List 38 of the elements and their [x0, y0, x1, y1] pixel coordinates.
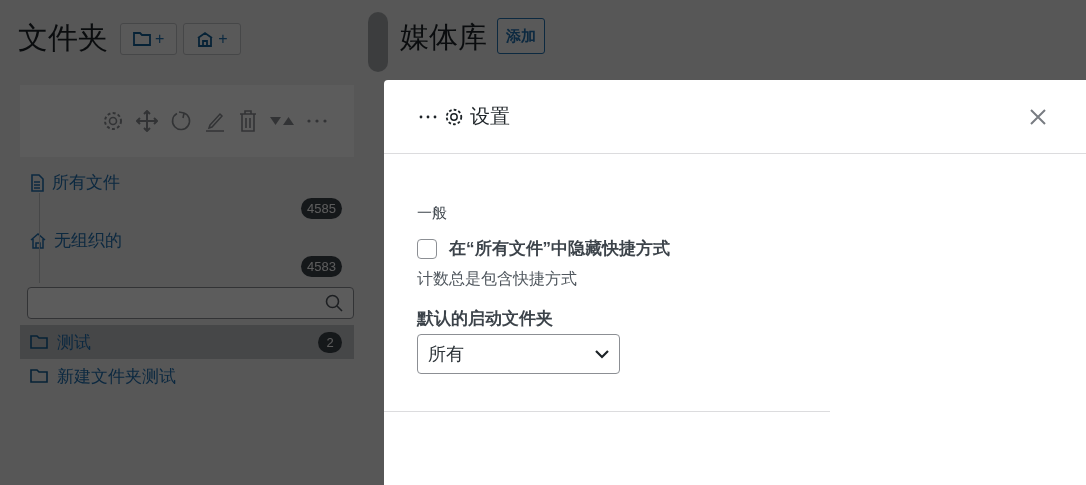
- home-icon: [30, 232, 46, 249]
- folder-select[interactable]: 所有: [417, 334, 620, 374]
- count-badge: 4585: [301, 198, 342, 219]
- new-shortcut-button[interactable]: +: [183, 22, 241, 55]
- page-title: 媒体库: [400, 20, 487, 55]
- folder-house-icon: [196, 30, 215, 47]
- settings-icon: [444, 106, 464, 127]
- settings-icon[interactable]: [102, 110, 124, 132]
- refresh-icon[interactable]: [170, 110, 192, 132]
- document-icon: [30, 173, 44, 192]
- scroll-handle[interactable]: [368, 12, 388, 72]
- add-button[interactable]: 添加: [497, 18, 545, 54]
- folder-icon: [30, 335, 48, 349]
- checkbox-label[interactable]: 在“所有文件”中隐藏快捷方式: [449, 237, 670, 260]
- close-icon[interactable]: [1030, 108, 1046, 125]
- sort-icon[interactable]: [270, 115, 294, 127]
- tree-item[interactable]: 无组织的: [54, 229, 122, 252]
- pencil-icon[interactable]: [204, 110, 226, 132]
- folder-item[interactable]: 新建文件夹测试: [20, 359, 354, 393]
- chevron-down-icon: [595, 349, 609, 359]
- folder-icon: [30, 369, 48, 383]
- help-text: 计数总是包含快捷方式: [417, 269, 578, 289]
- count-badge: 4583: [301, 256, 342, 277]
- trash-icon[interactable]: [238, 110, 258, 132]
- count-badge: 2: [318, 331, 342, 353]
- search-field[interactable]: [27, 287, 354, 319]
- new-folder-button[interactable]: +: [120, 22, 178, 55]
- tree-item[interactable]: 所有文件: [52, 171, 120, 194]
- folder-icon: [133, 31, 151, 46]
- move-icon[interactable]: [136, 110, 158, 132]
- modal-title: 设置: [470, 104, 510, 129]
- section-heading: 一般: [417, 204, 448, 223]
- field-label: 默认的启动文件夹: [417, 308, 554, 330]
- panel-title: 文件夹: [18, 20, 108, 56]
- checkbox[interactable]: [417, 238, 437, 259]
- more-icon[interactable]: [418, 113, 438, 120]
- search-icon[interactable]: [325, 294, 343, 312]
- folder-item[interactable]: 测试 2: [20, 325, 354, 359]
